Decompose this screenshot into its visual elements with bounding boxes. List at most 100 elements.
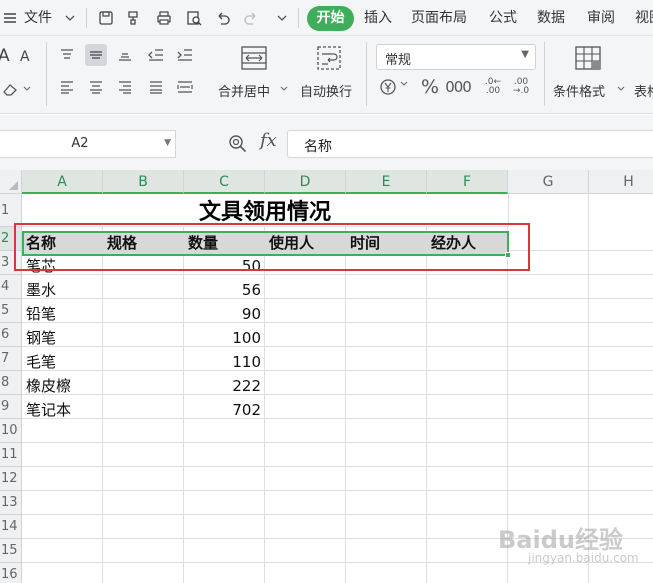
select-all-button[interactable] xyxy=(0,170,22,194)
column-header-d[interactable]: D xyxy=(265,170,346,194)
justify-icon[interactable] xyxy=(145,76,167,98)
gridline xyxy=(22,274,653,275)
row-header-14[interactable]: 14 xyxy=(0,515,22,539)
customize-toolbar-icon[interactable] xyxy=(272,8,292,28)
chevron-down-icon[interactable] xyxy=(60,8,80,28)
currency-icon[interactable] xyxy=(378,76,398,98)
conditional-format-button[interactable]: 条件格式 xyxy=(553,81,605,100)
gridline xyxy=(22,442,653,443)
cell-name[interactable]: 钢笔 xyxy=(26,326,56,350)
row-header-15[interactable]: 15 xyxy=(0,539,22,563)
baidu-watermark: Baidu经验 jingyan.baidu.com xyxy=(498,520,639,565)
column-header-f[interactable]: F xyxy=(427,170,508,194)
row-header-6[interactable]: 6 xyxy=(0,323,22,347)
cell-name[interactable]: 橡皮檫 xyxy=(26,374,71,398)
column-header-h[interactable]: H xyxy=(589,170,653,194)
percent-icon[interactable]: % xyxy=(419,76,441,98)
divider xyxy=(298,8,299,28)
row-header-11[interactable]: 11 xyxy=(0,443,22,467)
file-menu[interactable]: 文件 xyxy=(24,8,52,28)
formula-input[interactable]: 名称 xyxy=(287,130,653,158)
align-center-icon[interactable] xyxy=(85,76,107,98)
cell-name[interactable]: 墨水 xyxy=(26,278,56,302)
chevron-down-icon[interactable] xyxy=(615,83,627,95)
merge-center-icon[interactable] xyxy=(239,44,269,72)
cell-name[interactable]: 笔记本 xyxy=(26,398,71,422)
number-format-select[interactable]: 常规 ▼ xyxy=(376,44,536,70)
column-header-a[interactable]: A xyxy=(22,170,103,194)
column-header-b[interactable]: B xyxy=(103,170,184,194)
cell-quantity[interactable]: 90 xyxy=(184,302,265,326)
table-style-button[interactable]: 表格 xyxy=(634,81,653,100)
column-header-c[interactable]: C xyxy=(184,170,265,194)
conditional-format-icon[interactable] xyxy=(573,44,603,72)
row-header-16[interactable]: 16 xyxy=(0,563,22,583)
tab-formulas[interactable]: 公式 xyxy=(489,8,517,28)
row-header-9[interactable]: 9 xyxy=(0,395,22,419)
increase-decimal-icon[interactable]: .0← .00 xyxy=(480,76,506,98)
spreadsheet-grid[interactable]: A B C D E F G H 1 2 3 4 5 6 7 8 9 10 11 … xyxy=(0,170,653,583)
column-header-e[interactable]: E xyxy=(346,170,427,194)
row-header-8[interactable]: 8 xyxy=(0,371,22,395)
align-top-icon[interactable] xyxy=(56,44,78,66)
align-bottom-icon[interactable] xyxy=(114,44,136,66)
gridline xyxy=(22,370,653,371)
row-header-4[interactable]: 4 xyxy=(0,275,22,299)
zoom-search-icon[interactable] xyxy=(228,134,248,154)
row-header-5[interactable]: 5 xyxy=(0,299,22,323)
merge-center-button[interactable]: 合并居中 xyxy=(218,81,270,100)
formula-content: 名称 xyxy=(304,139,332,155)
insert-function-button[interactable]: fx xyxy=(260,130,277,151)
cell-quantity[interactable]: 56 xyxy=(184,278,265,302)
gridline xyxy=(22,346,653,347)
font-size-decrease-button[interactable]: A xyxy=(20,49,30,65)
row-header-13[interactable]: 13 xyxy=(0,491,22,515)
increase-indent-icon[interactable] xyxy=(174,44,196,66)
wrap-text-button[interactable]: 自动换行 xyxy=(300,81,352,100)
tab-home[interactable]: 开始 xyxy=(307,6,354,31)
eraser-icon[interactable] xyxy=(0,78,22,100)
decrease-indent-icon[interactable] xyxy=(145,44,167,66)
gridline xyxy=(22,466,653,467)
tab-review[interactable]: 审阅 xyxy=(587,8,615,28)
column-header-g[interactable]: G xyxy=(508,170,589,194)
tab-data[interactable]: 数据 xyxy=(537,8,565,28)
cell-quantity[interactable]: 110 xyxy=(184,350,265,374)
number-format-value: 常规 xyxy=(385,53,412,68)
cell-name[interactable]: 毛笔 xyxy=(26,350,56,374)
align-right-icon[interactable] xyxy=(114,76,136,98)
divider xyxy=(86,8,87,28)
annotation-highlight-box xyxy=(14,223,530,271)
wrap-text-icon[interactable] xyxy=(314,44,344,72)
tab-view[interactable]: 视图 xyxy=(635,8,653,28)
undo-icon[interactable] xyxy=(213,8,233,28)
tab-insert[interactable]: 插入 xyxy=(364,8,392,28)
decrease-decimal-icon[interactable]: .00 →.0 xyxy=(508,76,534,98)
thousands-separator-icon[interactable]: 000 xyxy=(445,76,472,98)
cell-quantity[interactable]: 100 xyxy=(184,326,265,350)
redo-icon[interactable] xyxy=(241,8,261,28)
chevron-down-icon: ▼ xyxy=(164,138,171,148)
name-box[interactable]: A2 ▼ xyxy=(0,130,176,158)
distribute-icon[interactable] xyxy=(174,76,196,98)
font-size-increase-button[interactable]: A xyxy=(0,46,10,66)
chevron-down-icon[interactable] xyxy=(278,83,290,95)
cell-quantity[interactable]: 702 xyxy=(184,398,265,422)
format-painter-icon[interactable] xyxy=(124,8,144,28)
gridline xyxy=(22,490,653,491)
chevron-down-icon[interactable] xyxy=(398,78,410,90)
tab-page-layout[interactable]: 页面布局 xyxy=(411,8,467,28)
cell-quantity[interactable]: 222 xyxy=(184,374,265,398)
menu-icon[interactable] xyxy=(0,8,20,28)
row-header-12[interactable]: 12 xyxy=(0,467,22,491)
cell-name[interactable]: 铅笔 xyxy=(26,302,56,326)
row-header-10[interactable]: 10 xyxy=(0,419,22,443)
row-header-7[interactable]: 7 xyxy=(0,347,22,371)
print-preview-icon[interactable] xyxy=(184,8,204,28)
align-middle-icon[interactable] xyxy=(85,44,107,66)
save-icon[interactable] xyxy=(96,8,116,28)
align-left-icon[interactable] xyxy=(56,76,78,98)
print-icon[interactable] xyxy=(154,8,174,28)
divider xyxy=(544,42,545,106)
chevron-down-icon[interactable] xyxy=(20,78,34,100)
